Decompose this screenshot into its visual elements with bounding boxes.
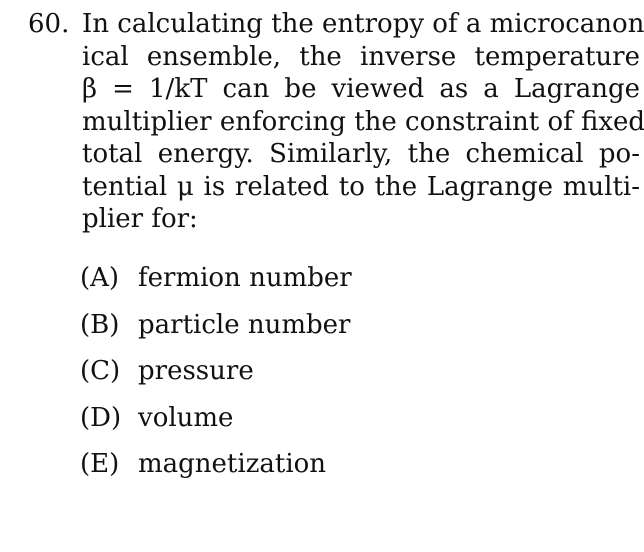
choice-letter: (C)	[80, 356, 121, 386]
choice-text: magnetization	[138, 449, 327, 479]
answer-choices: (A) fermion number (B) particle number (C)…	[80, 262, 352, 495]
choice-letter: (D)	[80, 402, 122, 433]
question-text-line: multiplier enforcing the constraint of f…	[82, 106, 644, 137]
answer-choice-d[interactable]: (D) volume	[80, 402, 352, 449]
answer-choice-e[interactable]: (E) magnetization	[80, 448, 352, 495]
question-number: 60.	[28, 9, 70, 39]
answer-choice-b[interactable]: (B) particle number	[80, 309, 352, 356]
choice-text: volume	[138, 402, 234, 433]
question-text-line: tential μ is related to the Lagrange mul…	[82, 171, 640, 202]
choice-letter: (B)	[80, 309, 120, 340]
choice-text: particle number	[138, 309, 351, 340]
answer-choice-c[interactable]: (C) pressure	[80, 355, 352, 402]
choice-letter: (E)	[80, 449, 120, 479]
choice-text: pressure	[138, 356, 254, 386]
question-text-line: total energy. Similarly, the chemical po…	[82, 139, 640, 169]
choice-letter: (A)	[80, 263, 120, 293]
question-text-line: plier for:	[82, 204, 198, 234]
question-text-line: ical ensemble, the inverse temperature	[82, 41, 640, 72]
question-text-line: β = 1/kT can be viewed as a Lagrange	[82, 74, 640, 104]
choice-text: fermion number	[138, 263, 352, 293]
question-text-line: In calculating the entropy of a microcan…	[82, 9, 644, 39]
answer-choice-a[interactable]: (A) fermion number	[80, 262, 352, 309]
